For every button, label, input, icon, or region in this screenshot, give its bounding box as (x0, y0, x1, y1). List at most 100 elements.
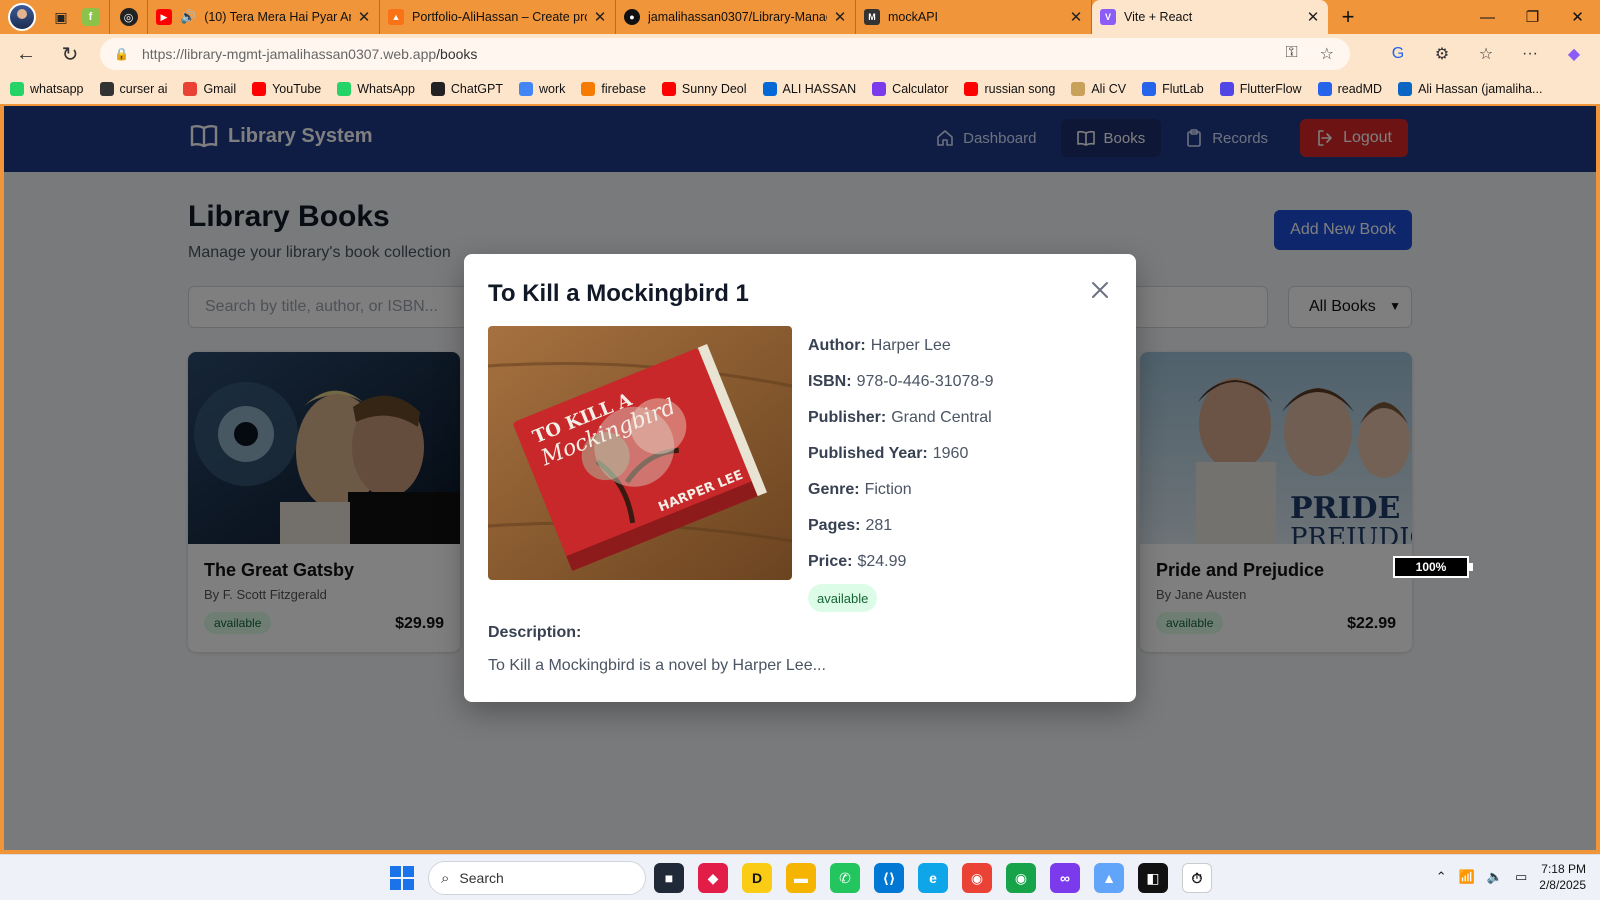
vscode-icon[interactable]: ⟨⟩ (874, 863, 904, 893)
bookmark-icon (581, 82, 596, 96)
description-text: To Kill a Mockingbird is a novel by Harp… (488, 657, 826, 674)
mockapi-icon: M (864, 9, 880, 25)
browser-tab-active[interactable]: V Vite + React ✕ (1092, 0, 1328, 34)
bookmark-item[interactable]: russian song (964, 82, 1055, 96)
battery-widget: 100% (1393, 556, 1473, 578)
bookmark-item[interactable]: WhatsApp (337, 82, 415, 96)
taskbar-search[interactable]: ⌕ Search (428, 861, 646, 895)
bookmark-label: Ali CV (1091, 82, 1127, 96)
close-window-icon[interactable]: ✕ (1555, 0, 1600, 34)
bookmark-label: WhatsApp (357, 82, 415, 96)
bookmark-icon (519, 82, 534, 96)
volume-icon[interactable]: 🔈 (1487, 869, 1503, 885)
url-domain: https://library-mgmt-jamalihassan0307.we… (142, 46, 437, 62)
github-icon: ● (624, 9, 640, 25)
clock-app-icon[interactable]: ⏱ (1182, 863, 1212, 893)
more-menu-icon[interactable]: ··· (1512, 38, 1548, 70)
bookmark-item[interactable]: ChatGPT (430, 82, 504, 96)
chevron-up-icon[interactable]: ⌃ (1436, 869, 1447, 885)
translate-icon[interactable]: G (1380, 38, 1416, 70)
detail-label: Price: (808, 553, 853, 570)
minimize-icon[interactable]: — (1465, 0, 1510, 34)
detail-label: Publisher: (808, 409, 887, 426)
bookmark-label: Calculator (892, 82, 949, 96)
close-tab-icon[interactable]: ✕ (1069, 8, 1083, 26)
close-tab-icon[interactable]: ✕ (1306, 8, 1320, 26)
browser-tab[interactable]: ▲ Portfolio-AliHassan – Create proje ✕ (380, 0, 616, 34)
messenger-icon[interactable]: D (742, 863, 772, 893)
bookmark-item[interactable]: ALI HASSAN (762, 82, 857, 96)
bookmark-label: FlutterFlow (1239, 82, 1302, 96)
bookmark-icon (337, 82, 352, 96)
chrome-beta-icon[interactable]: ◉ (1006, 863, 1036, 893)
bookmark-item[interactable]: FlutterFlow (1219, 82, 1302, 96)
bookmark-icon (1398, 82, 1413, 96)
close-tab-icon[interactable]: ✕ (833, 8, 847, 26)
speaker-icon[interactable]: 🔊 (180, 9, 196, 25)
detail-value: $24.99 (857, 553, 907, 570)
edge-icon[interactable]: e (918, 863, 948, 893)
bookmark-item[interactable]: firebase (581, 82, 646, 96)
copilot-icon[interactable]: ◆ (1556, 38, 1592, 70)
favorites-icon[interactable]: ☆ (1468, 38, 1504, 70)
bookmark-item[interactable]: Sunny Deol (661, 82, 747, 96)
capcut-icon[interactable]: ◧ (1138, 863, 1168, 893)
bookmark-icon (1219, 82, 1234, 96)
close-icon[interactable] (1088, 278, 1112, 302)
restore-icon[interactable]: ❐ (1510, 0, 1555, 34)
chrome-icon[interactable]: ◉ (962, 863, 992, 893)
pinned-tab[interactable]: ◎ (110, 0, 148, 34)
back-icon[interactable]: ← (8, 38, 44, 70)
wifi-icon[interactable]: 📶 (1459, 869, 1475, 885)
browser-tab[interactable]: ● jamalihassan0307/Library-Manag ✕ (616, 0, 856, 34)
bookmark-label: ChatGPT (450, 82, 504, 96)
browser-tab[interactable]: M mockAPI ✕ (856, 0, 1092, 34)
new-tab-icon[interactable]: + (1328, 0, 1368, 34)
bookmark-item[interactable]: readMD (1317, 82, 1382, 96)
reload-icon[interactable]: ↻ (52, 38, 88, 70)
bookmark-item[interactable]: Calculator (872, 82, 948, 96)
windows-start-icon[interactable] (390, 866, 414, 890)
bookmark-item[interactable]: whatsapp (10, 82, 84, 96)
bookmark-item[interactable]: YouTube (252, 82, 321, 96)
task-view-icon[interactable]: ■ (654, 863, 684, 893)
battery-icon[interactable]: ▭ (1515, 869, 1527, 885)
performance-monitor-icon[interactable]: ▲ (1094, 863, 1124, 893)
profile-avatar[interactable] (8, 3, 36, 31)
address-bar[interactable]: 🔒 https://library-mgmt-jamalihassan0307.… (100, 38, 1350, 70)
bookmark-item[interactable]: Ali Hassan (jamaliha... (1398, 82, 1542, 96)
extensions-icon[interactable]: ⚙ (1424, 38, 1460, 70)
vite-icon: V (1100, 9, 1116, 25)
detail-value: Harper Lee (870, 337, 951, 354)
description-heading: Description: (488, 624, 582, 641)
clock[interactable]: 7:18 PM 2/8/2025 (1539, 861, 1586, 893)
workspaces-icon[interactable]: ▣ (50, 6, 72, 28)
tab-label: mockAPI (888, 10, 939, 24)
site-info-icon[interactable]: 🔒 (114, 47, 129, 61)
bookmark-label: Gmail (203, 82, 237, 96)
anydesk-icon[interactable]: ◆ (698, 863, 728, 893)
book-details-modal: To Kill a Mockingbird 1 TO KILL A Mockin… (464, 254, 1136, 702)
favorite-star-icon[interactable]: ☆ (1320, 44, 1334, 64)
bookmark-item[interactable]: Ali CV (1071, 82, 1126, 96)
bookmarks-bar: whatsapp curser ai Gmail YouTube WhatsApp Cha… (0, 74, 1600, 104)
close-tab-icon[interactable]: ✕ (357, 8, 371, 26)
bookmark-item[interactable]: Gmail (183, 82, 236, 96)
whatsapp-icon[interactable]: ✆ (830, 863, 860, 893)
bookmark-item[interactable]: work (519, 82, 565, 96)
bookmark-item[interactable]: FlutLab (1142, 82, 1204, 96)
bookmark-label: ALI HASSAN (782, 82, 857, 96)
password-key-icon[interactable]: ⚿ (1285, 44, 1297, 64)
tab-label: jamalihassan0307/Library-Manag (648, 10, 827, 24)
bookmark-item[interactable]: curser ai (99, 82, 167, 96)
detail-row: Published Year: 1960 (808, 436, 994, 472)
pinned-tab[interactable]: f (72, 0, 110, 34)
detail-row: Author: Harper Lee (808, 328, 994, 364)
file-explorer-icon[interactable]: ▬ (786, 863, 816, 893)
detail-row: Pages: 281 (808, 508, 994, 544)
detail-label: Genre: (808, 481, 860, 498)
browser-tab[interactable]: ▶ 🔊 (10) Tera Mera Hai Pyar Amar ✕ (148, 0, 380, 34)
close-tab-icon[interactable]: ✕ (593, 8, 607, 26)
detail-value: Grand Central (891, 409, 992, 426)
visual-studio-icon[interactable]: ∞ (1050, 863, 1080, 893)
